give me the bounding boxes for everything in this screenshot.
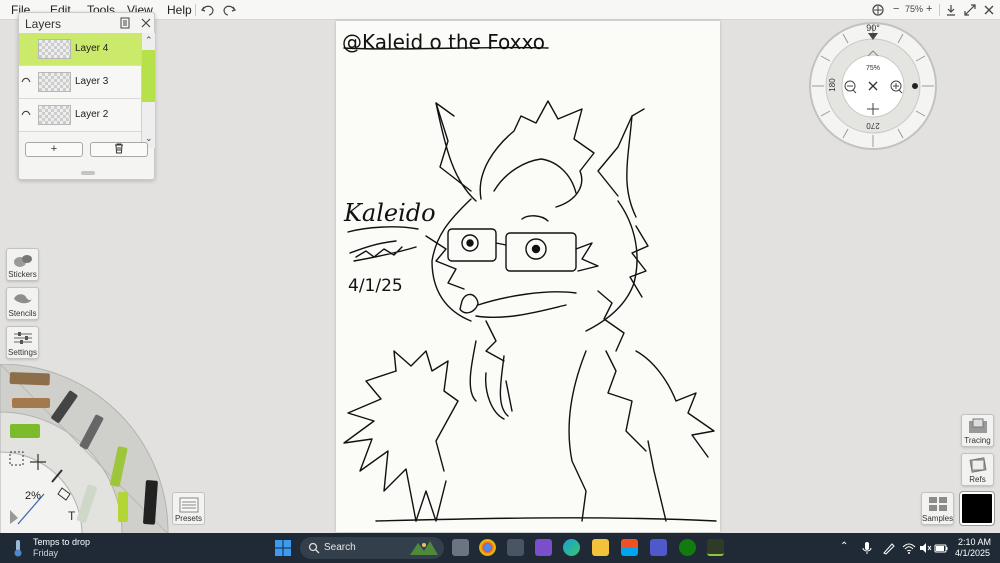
menu-divider xyxy=(195,4,196,16)
tray-overflow-icon[interactable]: ⌃ xyxy=(840,541,854,555)
layers-title: Layers xyxy=(25,17,62,31)
opacity-value: 2% xyxy=(25,490,41,502)
weather-title[interactable]: Temps to drop xyxy=(33,537,90,547)
xbox-icon[interactable] xyxy=(679,539,696,556)
search-label: Search xyxy=(324,542,356,553)
layer-label: Layer 4 xyxy=(75,43,109,54)
clock-time[interactable]: 2:10 AM xyxy=(958,537,991,547)
samples-label: Samples xyxy=(922,514,954,523)
dial-bottom-label: 270 xyxy=(866,121,880,130)
canvas-date-text: 4/1/25 xyxy=(348,276,403,296)
dial-angle: 90° xyxy=(866,23,880,33)
zoom-out-button[interactable]: − xyxy=(893,3,899,15)
app-icon-2[interactable] xyxy=(535,539,552,556)
layer-list: Layer 4 Layer 3 Layer 2 xyxy=(19,33,156,148)
current-color-swatch[interactable] xyxy=(959,491,995,526)
layer-row[interactable]: Layer 3 xyxy=(19,66,141,99)
thermometer-icon[interactable] xyxy=(12,539,24,557)
samples-button[interactable]: Samples xyxy=(921,492,954,525)
weather-subtitle[interactable]: Friday xyxy=(33,548,58,558)
search-icon xyxy=(308,542,320,554)
pen-icon[interactable] xyxy=(882,541,896,555)
layer-thumbnail xyxy=(38,72,71,92)
drawing-canvas[interactable]: @Kaleid o the Foxxo Kaleido 4/1/25 xyxy=(336,21,720,532)
dial-zoom: 75% xyxy=(866,65,880,72)
export-icon[interactable] xyxy=(943,2,959,18)
canvas-name-text: Kaleido xyxy=(343,199,436,227)
eye-icon[interactable] xyxy=(21,76,31,84)
settings-label: Settings xyxy=(8,348,37,357)
edge-icon[interactable] xyxy=(563,539,580,556)
text-tool-icon[interactable]: T xyxy=(68,509,76,523)
references-icon xyxy=(969,457,987,473)
layer-thumbnail xyxy=(38,105,71,125)
microphone-icon[interactable] xyxy=(860,541,874,555)
canvas-handle-text: @Kaleid o the Foxxo xyxy=(342,30,545,54)
tool-wheel[interactable]: T xyxy=(0,364,170,534)
dial-left-label: 180 xyxy=(828,78,837,92)
stencils-label: Stencils xyxy=(8,309,37,318)
teams-icon[interactable] xyxy=(650,539,667,556)
layer-menu-icon[interactable] xyxy=(119,17,131,29)
scroll-thumb[interactable] xyxy=(142,50,155,102)
stencils-button[interactable]: Stencils xyxy=(6,287,39,320)
redo-icon[interactable] xyxy=(221,2,237,18)
battery-icon[interactable] xyxy=(934,541,948,555)
layer-label: Layer 2 xyxy=(75,109,109,120)
presets-icon xyxy=(179,497,199,513)
menu-help[interactable]: Help xyxy=(167,3,192,17)
stickers-button[interactable]: Stickers xyxy=(6,248,39,281)
layer-label: Layer 3 xyxy=(75,76,109,87)
rotate-canvas-icon[interactable] xyxy=(870,2,886,18)
store-icon[interactable] xyxy=(621,539,638,556)
trash-icon xyxy=(115,143,123,154)
samples-icon xyxy=(929,497,947,511)
stickers-icon xyxy=(14,255,32,267)
presets-label: Presets xyxy=(174,514,203,523)
wifi-icon[interactable] xyxy=(902,541,916,555)
layer-row[interactable]: Layer 4 xyxy=(19,33,141,66)
sliders-icon xyxy=(14,332,32,344)
layer-thumbnail xyxy=(38,39,71,59)
layers-panel: Layers Layer 4 Layer 3 Layer 2 ⌃ ⌄ + xyxy=(18,12,155,180)
stencils-icon xyxy=(14,294,32,304)
zoom-readout: 75% xyxy=(905,4,924,14)
close-panel-icon[interactable] xyxy=(140,17,152,29)
app-icon-1[interactable] xyxy=(507,539,524,556)
undo-icon[interactable] xyxy=(200,2,216,18)
layer-scrollbar[interactable]: ⌃ ⌄ xyxy=(141,33,155,148)
fullscreen-icon[interactable] xyxy=(962,2,978,18)
fox-sketch-artwork: @Kaleid o the Foxxo Kaleido 4/1/25 xyxy=(342,30,717,522)
close-icon[interactable] xyxy=(981,2,997,18)
dial-handle[interactable] xyxy=(912,83,918,89)
chrome-icon[interactable] xyxy=(479,539,496,556)
stickers-label: Stickers xyxy=(8,270,37,279)
tracing-icon xyxy=(969,418,987,433)
tracing-button[interactable]: Tracing xyxy=(961,414,994,447)
settings-button[interactable]: Settings xyxy=(6,326,39,359)
windows-start-icon[interactable] xyxy=(275,540,291,556)
file-explorer-icon[interactable] xyxy=(592,539,609,556)
taskbar-search[interactable]: Search xyxy=(300,537,444,559)
taskbar: Temps to drop Friday Search ⌃ 2:10 AM 4/… xyxy=(0,533,1000,563)
eye-icon[interactable] xyxy=(21,109,31,117)
artrage-icon[interactable] xyxy=(707,539,724,556)
zoom-in-button[interactable]: + xyxy=(926,3,932,15)
toolbar-divider xyxy=(939,4,940,16)
task-view-icon[interactable] xyxy=(452,539,469,556)
refs-label: Refs xyxy=(969,475,986,484)
search-highlight-icon xyxy=(410,541,438,555)
refs-button[interactable]: Refs xyxy=(961,453,994,486)
scroll-up-icon[interactable]: ⌃ xyxy=(145,35,153,46)
add-layer-button[interactable]: + xyxy=(25,142,83,157)
clock-date[interactable]: 4/1/2025 xyxy=(955,548,990,558)
volume-muted-icon[interactable] xyxy=(918,541,932,555)
delete-layer-button[interactable] xyxy=(90,142,148,157)
panel-grip-handle[interactable] xyxy=(81,171,95,175)
view-dial[interactable]: 90° 75% 180 270 xyxy=(808,21,938,151)
tracing-label: Tracing xyxy=(964,436,991,445)
layer-row[interactable]: Layer 2 xyxy=(19,99,141,132)
presets-button[interactable]: Presets xyxy=(172,492,205,525)
